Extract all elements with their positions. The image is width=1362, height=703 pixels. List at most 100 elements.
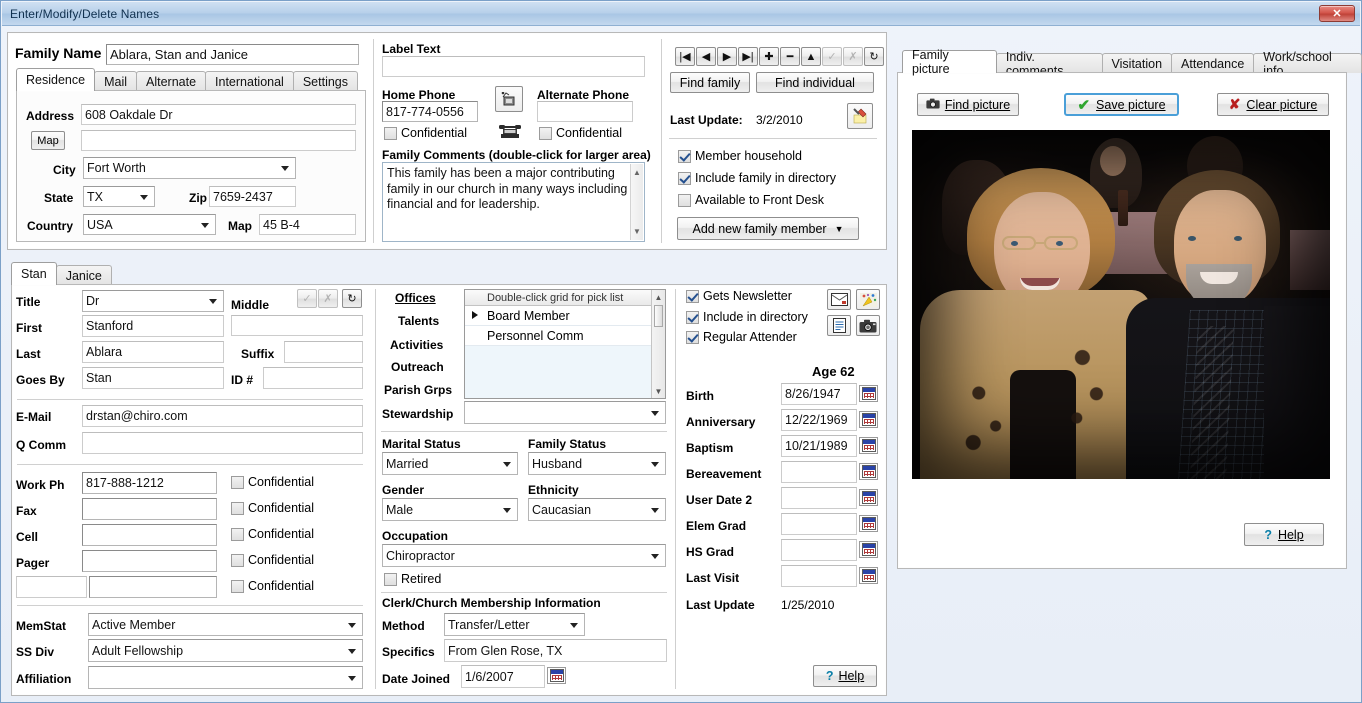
- tab-family-picture[interactable]: Family picture: [902, 48, 997, 76]
- retired-checkbox[interactable]: Retired: [384, 572, 441, 586]
- nav-refresh-button[interactable]: ↻: [864, 47, 884, 66]
- find-individual-button[interactable]: Find individual: [756, 72, 874, 93]
- address-input[interactable]: 608 Oakdale Dr: [81, 104, 356, 125]
- available-to-front-desk-checkbox[interactable]: Available to Front Desk: [678, 193, 824, 207]
- first-input[interactable]: Stanford: [82, 315, 224, 337]
- middle-input[interactable]: [231, 315, 363, 336]
- custom-phone-input[interactable]: [89, 576, 217, 598]
- qcomm-input[interactable]: [82, 432, 363, 454]
- last-visit-input[interactable]: [781, 565, 857, 587]
- date-joined-input[interactable]: 1/6/2007: [461, 665, 545, 688]
- person-refresh-button[interactable]: ↻: [342, 289, 362, 308]
- alternate-phone-confidential-checkbox[interactable]: Confidential: [539, 126, 622, 140]
- tab-person-stan[interactable]: Stan: [11, 262, 57, 285]
- zip-input[interactable]: 7659-2437: [209, 186, 296, 207]
- tab-attendance[interactable]: Attendance: [1171, 53, 1255, 73]
- goes-by-input[interactable]: Stan: [82, 367, 224, 389]
- custom-phone-label-input[interactable]: [16, 576, 87, 598]
- celebration-icon[interactable]: [856, 289, 880, 310]
- category-activities[interactable]: Activities: [390, 338, 443, 352]
- table-row[interactable]: Personnel Comm: [465, 326, 665, 346]
- pager-input[interactable]: [82, 550, 217, 572]
- tab-settings[interactable]: Settings: [292, 71, 359, 91]
- cell-input[interactable]: [82, 524, 217, 546]
- family-status-select[interactable]: Husband: [528, 452, 666, 475]
- baptism-input[interactable]: 10/21/1989: [781, 435, 857, 457]
- hs-grad-input[interactable]: [781, 539, 857, 561]
- label-text-input[interactable]: [382, 56, 645, 77]
- scroll-up-icon[interactable]: ▲: [633, 164, 641, 182]
- ethnicity-select[interactable]: Caucasian: [528, 498, 666, 521]
- category-offices[interactable]: Offices: [395, 291, 436, 305]
- regular-attender-checkbox[interactable]: Regular Attender: [686, 330, 797, 344]
- hs-grad-calendar-icon[interactable]: [859, 541, 878, 558]
- address2-input[interactable]: [81, 130, 356, 151]
- table-row[interactable]: Board Member: [465, 306, 665, 326]
- camera-icon[interactable]: [856, 315, 880, 336]
- user-date-2-calendar-icon[interactable]: [859, 489, 878, 506]
- category-parish-grps[interactable]: Parish Grps: [384, 383, 452, 397]
- find-picture-button[interactable]: Find picture: [917, 93, 1019, 116]
- family-comments-textarea[interactable]: This family has been a major contributin…: [382, 162, 645, 242]
- bereavement-input[interactable]: [781, 461, 857, 483]
- scroll-up-icon[interactable]: ▲: [652, 290, 665, 304]
- title-select[interactable]: Dr: [82, 290, 224, 312]
- add-new-family-member-button[interactable]: Add new family member ▼: [677, 217, 859, 240]
- state-select[interactable]: TX: [83, 186, 155, 207]
- custom-phone-confidential-checkbox[interactable]: Confidential: [231, 579, 314, 593]
- find-family-button[interactable]: Find family: [670, 72, 750, 93]
- bereavement-calendar-icon[interactable]: [859, 463, 878, 480]
- nav-last-button[interactable]: ▶|: [738, 47, 758, 66]
- email-input[interactable]: drstan@chiro.com: [82, 405, 363, 427]
- gender-select[interactable]: Male: [382, 498, 518, 521]
- city-select[interactable]: Fort Worth: [83, 157, 296, 179]
- grid-scrollbar[interactable]: ▲ ▼: [651, 290, 665, 398]
- clear-picture-button[interactable]: ✘ Clear picture: [1217, 93, 1329, 116]
- work-phone-input[interactable]: 817-888-1212: [82, 472, 217, 494]
- scroll-down-icon[interactable]: ▼: [633, 223, 641, 241]
- member-household-checkbox[interactable]: Member household: [678, 149, 802, 163]
- picture-help-button[interactable]: ? Help: [1244, 523, 1324, 546]
- comments-scrollbar[interactable]: ▲ ▼: [630, 164, 643, 240]
- anniversary-calendar-icon[interactable]: [859, 411, 878, 428]
- anniversary-input[interactable]: 12/22/1969: [781, 409, 857, 431]
- id-input[interactable]: [263, 367, 363, 389]
- tab-international[interactable]: International: [205, 71, 294, 91]
- envelope-icon[interactable]: [827, 289, 851, 310]
- marital-status-select[interactable]: Married: [382, 452, 518, 475]
- affiliation-select[interactable]: [88, 666, 363, 689]
- home-phone-input[interactable]: 817-774-0556: [382, 101, 478, 122]
- specifics-input[interactable]: From Glen Rose, TX: [444, 639, 667, 662]
- memstat-select[interactable]: Active Member: [88, 613, 363, 636]
- stewardship-select[interactable]: [464, 401, 666, 424]
- gets-newsletter-checkbox[interactable]: Gets Newsletter: [686, 289, 792, 303]
- baptism-calendar-icon[interactable]: [859, 437, 878, 454]
- scroll-down-icon[interactable]: ▼: [652, 384, 665, 398]
- method-select[interactable]: Transfer/Letter: [444, 613, 585, 636]
- user-date-2-input[interactable]: [781, 487, 857, 509]
- alternate-phone-input[interactable]: [537, 101, 633, 122]
- elem-grad-calendar-icon[interactable]: [859, 515, 878, 532]
- nav-first-button[interactable]: |◀: [675, 47, 695, 66]
- tab-mail[interactable]: Mail: [94, 71, 137, 91]
- occupation-select[interactable]: Chiropractor: [382, 544, 666, 567]
- tab-residence[interactable]: Residence: [16, 68, 96, 91]
- tab-person-janice[interactable]: Janice: [55, 265, 112, 285]
- work-phone-confidential-checkbox[interactable]: Confidential: [231, 475, 314, 489]
- map-button[interactable]: Map: [31, 131, 65, 150]
- scrollbar-thumb[interactable]: [654, 305, 663, 327]
- tab-work-school-info[interactable]: Work/school info: [1253, 50, 1362, 78]
- last-visit-calendar-icon[interactable]: [859, 567, 878, 584]
- fax-input[interactable]: [82, 498, 217, 520]
- include-in-directory-checkbox[interactable]: Include in directory: [686, 310, 808, 324]
- suffix-input[interactable]: [284, 341, 363, 363]
- person-help-button[interactable]: ? Help: [813, 665, 877, 687]
- category-outreach[interactable]: Outreach: [391, 360, 444, 374]
- last-input[interactable]: Ablara: [82, 341, 224, 363]
- eraser-icon[interactable]: [847, 103, 873, 129]
- dial-phone-icon[interactable]: [495, 86, 523, 112]
- nav-prev-button[interactable]: ◀: [696, 47, 716, 66]
- nav-delete-button[interactable]: ━: [780, 47, 800, 66]
- map-grid-input[interactable]: 45 B-4: [259, 214, 356, 235]
- tab-alternate[interactable]: Alternate: [136, 71, 207, 91]
